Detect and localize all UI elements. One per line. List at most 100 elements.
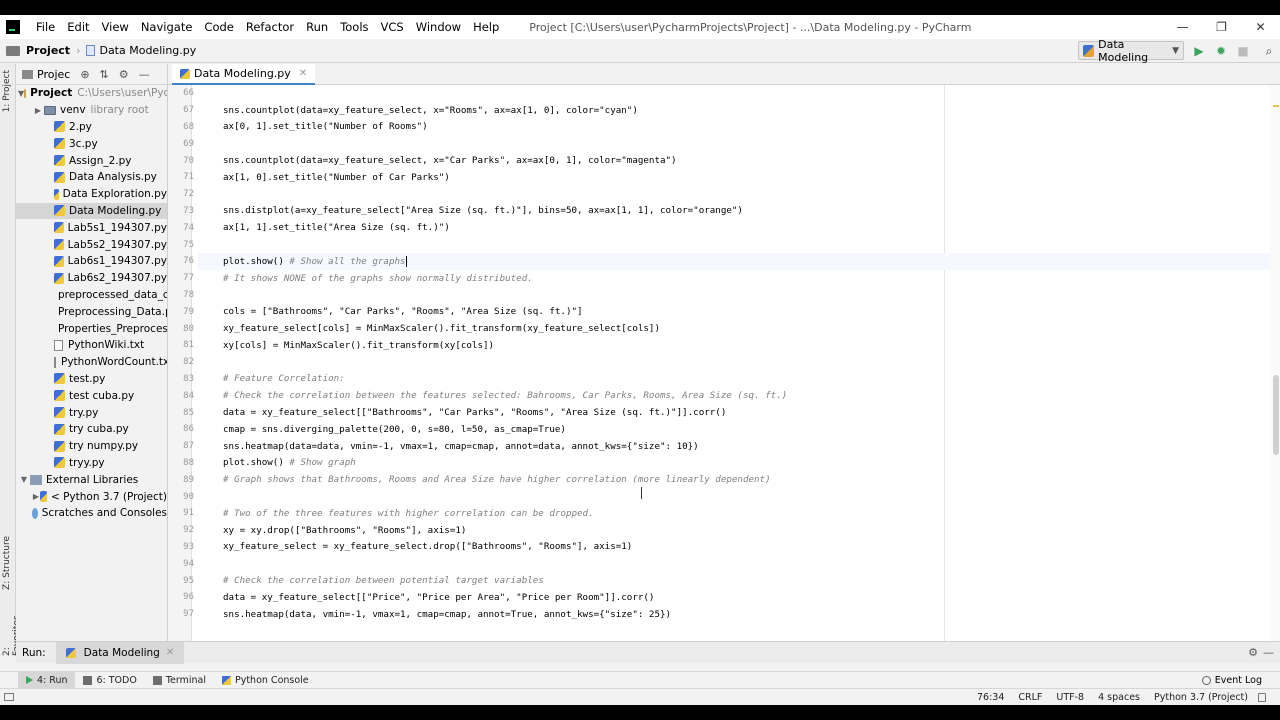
- python-interpreter[interactable]: Python 3.7 (Project): [1154, 692, 1248, 703]
- tree-item-venv[interactable]: ▶ venv library root: [16, 102, 167, 119]
- restore-button[interactable]: ❐: [1202, 15, 1241, 39]
- hide-icon[interactable]: —: [139, 68, 150, 81]
- menu-help[interactable]: Help: [467, 20, 505, 34]
- menu-view[interactable]: View: [96, 20, 135, 34]
- run-configuration-select[interactable]: Data Modeling ▼: [1078, 38, 1184, 64]
- minimize-icon[interactable]: —: [1263, 646, 1274, 659]
- gear-icon[interactable]: ⚙: [1248, 646, 1258, 659]
- chevron-down-icon[interactable]: ▼: [18, 475, 30, 484]
- line-separator[interactable]: CRLF: [1018, 692, 1042, 703]
- collapse-all-icon[interactable]: ⇅: [100, 68, 109, 81]
- code-line[interactable]: 96 data = xy_feature_select[["Price", "Pr…: [183, 589, 1280, 606]
- tree-item[interactable]: Data Exploration.py: [16, 186, 167, 203]
- tree-item[interactable]: Properties_Preprocesse: [16, 320, 167, 337]
- tool-tab-python-console[interactable]: Python Console: [214, 672, 317, 689]
- tree-item[interactable]: Preprocessing_Data.py: [16, 303, 167, 320]
- code-line[interactable]: 79 cols = ["Bathrooms", "Car Parks", "Roo…: [183, 303, 1280, 320]
- code-line[interactable]: 71 ax[1, 0].set_title("Number of Car Park…: [183, 169, 1280, 186]
- code-line[interactable]: 93 xy_feature_select = xy_feature_select.…: [183, 539, 1280, 556]
- menu-refactor[interactable]: Refactor: [240, 20, 300, 34]
- project-tool-button[interactable]: 1: Project: [2, 70, 12, 112]
- code-line[interactable]: 84 # Check the correlation between the fe…: [183, 387, 1280, 404]
- editor-scrollbar[interactable]: [1270, 85, 1280, 641]
- code-line[interactable]: 88 plot.show() # Show graph: [183, 455, 1280, 472]
- code-line[interactable]: 68 ax[0, 1].set_title("Number of Rooms"): [183, 119, 1280, 136]
- breadcrumb-project[interactable]: Project: [26, 44, 70, 57]
- tool-tab-todo[interactable]: 6: TODO: [75, 672, 144, 689]
- code-line[interactable]: 81 xy[cols] = MinMaxScaler().fit_transfor…: [183, 337, 1280, 354]
- tree-item[interactable]: preprocessed_data_cod: [16, 287, 167, 304]
- minimize-button[interactable]: —: [1163, 15, 1202, 39]
- chevron-right-icon[interactable]: ▶: [32, 106, 44, 115]
- code-line[interactable]: 97 sns.heatmap(data, vmin=-1, vmax=1, cma…: [183, 606, 1280, 623]
- code-line[interactable]: 92 xy = xy.drop(["Bathrooms", "Rooms"], a…: [183, 522, 1280, 539]
- close-icon[interactable]: ✕: [299, 68, 307, 79]
- tree-item[interactable]: Lab6s1_194307.py: [16, 253, 167, 270]
- tree-item[interactable]: Lab5s2_194307.py: [16, 236, 167, 253]
- tool-windows-toggle-icon[interactable]: [4, 693, 14, 701]
- tree-item-selected[interactable]: Data Modeling.py: [16, 202, 167, 220]
- gear-icon[interactable]: ⚙: [119, 68, 129, 81]
- tree-item[interactable]: tryy.py: [16, 455, 167, 472]
- tree-item[interactable]: Lab5s1_194307.py: [16, 219, 167, 236]
- debug-icon[interactable]: ✹: [1212, 42, 1230, 60]
- locate-icon[interactable]: ⊕: [80, 68, 89, 81]
- tree-item[interactable]: Data Analysis.py: [16, 169, 167, 186]
- code-line[interactable]: 77 # It shows NONE of the graphs show nor…: [183, 270, 1280, 287]
- scrollbar-thumb[interactable]: [1273, 375, 1279, 455]
- indentation[interactable]: 4 spaces: [1098, 692, 1140, 703]
- code-line[interactable]: 91 # Two of the three features with highe…: [183, 505, 1280, 522]
- menu-navigate[interactable]: Navigate: [135, 20, 199, 34]
- code-line[interactable]: 85 data = xy_feature_select[["Bathrooms",…: [183, 404, 1280, 421]
- menu-tools[interactable]: Tools: [334, 20, 374, 34]
- tree-root-project[interactable]: ▼ Project C:\Users\user\Pych: [16, 85, 167, 102]
- code-line[interactable]: 94: [183, 555, 1280, 572]
- structure-tool-button[interactable]: Z: Structure: [2, 536, 12, 590]
- code-line[interactable]: 90: [183, 488, 1280, 505]
- warning-marker-icon[interactable]: [1273, 105, 1279, 107]
- code-line[interactable]: 76 plot.show() # Show all the graphs: [183, 253, 1280, 270]
- code-line[interactable]: 70 sns.countplot(data=xy_feature_select, …: [183, 152, 1280, 169]
- caret-position[interactable]: 76:34: [977, 692, 1004, 703]
- menu-window[interactable]: Window: [410, 20, 467, 34]
- tree-item[interactable]: PythonWiki.txt: [16, 337, 167, 354]
- tree-python-sdk[interactable]: ▶ < Python 3.7 (Project): [16, 488, 167, 505]
- tree-item[interactable]: Assign_2.py: [16, 152, 167, 169]
- search-icon[interactable]: ⌕: [1260, 42, 1278, 60]
- event-log-button[interactable]: Event Log: [1201, 675, 1262, 686]
- menu-vcs[interactable]: VCS: [375, 20, 410, 34]
- code-line[interactable]: 78: [183, 287, 1280, 304]
- menu-run[interactable]: Run: [300, 20, 334, 34]
- tree-item[interactable]: try.py: [16, 404, 167, 421]
- menu-edit[interactable]: Edit: [61, 20, 95, 34]
- tree-external-libraries[interactable]: ▼ External Libraries: [16, 471, 167, 488]
- code-line[interactable]: 73 sns.distplot(a=xy_feature_select["Area…: [183, 203, 1280, 220]
- menu-file[interactable]: File: [30, 20, 61, 34]
- menu-code[interactable]: Code: [198, 20, 239, 34]
- code-line[interactable]: 87 sns.heatmap(data=data, vmin=-1, vmax=1…: [183, 438, 1280, 455]
- code-line[interactable]: 74 ax[1, 1].set_title("Area Size (sq. ft.…: [183, 219, 1280, 236]
- tool-tab-terminal[interactable]: Terminal: [145, 672, 214, 689]
- chevron-right-icon[interactable]: ▶: [32, 492, 40, 501]
- tree-item[interactable]: test.py: [16, 371, 167, 388]
- code-line[interactable]: 67 sns.countplot(data=xy_feature_select, …: [183, 102, 1280, 119]
- run-icon[interactable]: ▶: [1190, 42, 1208, 60]
- code-line[interactable]: 82: [183, 354, 1280, 371]
- breadcrumb-file[interactable]: Data Modeling.py: [99, 44, 196, 57]
- tree-item[interactable]: Lab6s2_194307.py: [16, 270, 167, 287]
- tree-scratches[interactable]: Scratches and Consoles: [16, 505, 167, 522]
- code-line[interactable]: 66: [183, 85, 1280, 102]
- code-line[interactable]: 86 cmap = sns.diverging_palette(200, 0, s…: [183, 421, 1280, 438]
- run-tab-data-modeling[interactable]: Data Modeling ✕: [55, 641, 185, 664]
- code-line[interactable]: 72: [183, 186, 1280, 203]
- close-button[interactable]: ✕: [1241, 15, 1280, 39]
- lock-icon[interactable]: [1258, 692, 1266, 702]
- code-line[interactable]: 69: [183, 135, 1280, 152]
- stop-icon[interactable]: ■: [1234, 42, 1252, 60]
- tree-item[interactable]: 3c.py: [16, 135, 167, 152]
- code-line[interactable]: 89 # Graph shows that Bathrooms, Rooms an…: [183, 471, 1280, 488]
- tool-tab-run[interactable]: 4: Run: [18, 671, 76, 689]
- editor-tab-data-modeling[interactable]: Data Modeling.py ✕: [172, 64, 316, 85]
- code-line[interactable]: 95 # Check the correlation between potent…: [183, 572, 1280, 589]
- tree-item[interactable]: try numpy.py: [16, 438, 167, 455]
